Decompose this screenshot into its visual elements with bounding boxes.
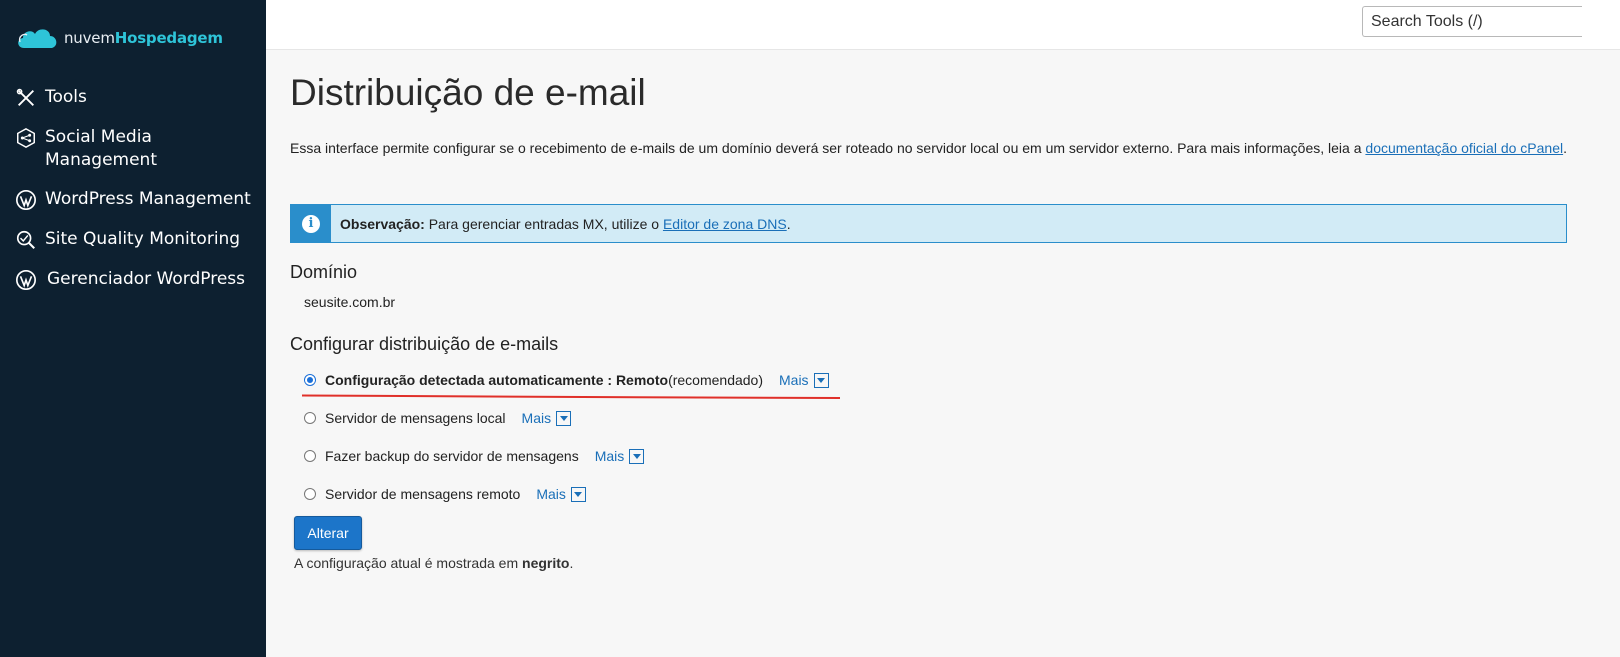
domain-heading: Domínio — [290, 262, 358, 282]
more-button[interactable]: Mais — [536, 486, 586, 502]
search-tools-input[interactable] — [1362, 6, 1582, 37]
info-alert: i Observação: Para gerenciar entradas MX… — [290, 204, 1567, 243]
option-auto-detected[interactable]: Configuração detectada automaticamente :… — [304, 372, 829, 388]
footer-note-text: A configuração atual é mostrada em — [294, 555, 523, 571]
radio-backup-server[interactable] — [304, 450, 316, 462]
sidebar-nav: Tools Social Media Management WordPress … — [0, 86, 266, 292]
footer-note: A configuração atual é mostrada em negri… — [294, 555, 573, 571]
sidebar-item-label: Gerenciador WordPress — [47, 269, 245, 289]
option-label: Servidor de mensagens local — [325, 410, 506, 426]
alterar-button[interactable]: Alterar — [294, 516, 362, 550]
wordpress-icon — [14, 188, 38, 212]
alert-icon-box: i — [291, 205, 331, 242]
more-button[interactable]: Mais — [522, 410, 572, 426]
alert-bold: Observação: — [340, 215, 425, 232]
option-backup-server[interactable]: Fazer backup do servidor de mensagens Ma… — [304, 448, 645, 464]
footer-note-end: . — [569, 555, 574, 571]
domain-value: seusite.com.br — [304, 294, 396, 310]
wordpress-icon — [14, 268, 38, 292]
option-label-bold: Configuração detectada automaticamente :… — [325, 372, 669, 388]
more-label: Mais — [594, 448, 625, 464]
alert-text: Para gerenciar entradas MX, utilize o — [424, 215, 663, 232]
footer-note-bold: negrito — [522, 555, 570, 571]
config-heading: Configurar distribuição de e-mails — [290, 334, 559, 354]
intro-text: Essa interface permite configurar se o r… — [290, 140, 1366, 156]
cpanel-docs-link[interactable]: documentação oficial do cPanel — [1365, 140, 1563, 156]
sidebar-item-label: Social Media Management — [45, 127, 157, 170]
more-button[interactable]: Mais — [779, 372, 829, 388]
tools-icon — [14, 86, 38, 110]
radio-local-server[interactable] — [304, 412, 316, 424]
red-underline-annotation — [302, 394, 840, 399]
brand-name-part1: nuvem — [64, 29, 115, 47]
sidebar-item-tools[interactable]: Tools — [0, 86, 266, 110]
option-label: Fazer backup do servidor de mensagens — [325, 448, 579, 464]
radio-auto-detected[interactable] — [304, 374, 316, 386]
alert-end: . — [786, 215, 791, 232]
option-local-server[interactable]: Servidor de mensagens local Mais — [304, 410, 572, 426]
more-label: Mais — [536, 486, 566, 502]
sidebar-item-label: Tools — [45, 87, 87, 107]
radio-remote-server[interactable] — [304, 488, 316, 500]
more-button[interactable]: Mais — [595, 448, 645, 464]
brand-logo[interactable]: nuvemHospedagem — [14, 20, 223, 56]
sidebar-item-social-media[interactable]: Social Media Management — [0, 126, 266, 172]
option-label: Servidor de mensagens remoto — [325, 486, 521, 502]
sidebar: nuvemHospedagem Tools Social Media Manag… — [0, 0, 266, 657]
info-icon: i — [302, 214, 320, 233]
topbar — [266, 0, 1620, 50]
more-label: Mais — [779, 372, 809, 388]
chevron-down-icon — [629, 448, 645, 464]
page-title: Distribuição de e-mail — [290, 72, 646, 113]
option-label-suffix: (recomendado) — [668, 372, 763, 388]
search-quality-icon — [14, 228, 38, 252]
chevron-down-icon — [556, 410, 572, 426]
dns-zone-editor-link[interactable]: Editor de zona DNS — [663, 216, 787, 232]
chevron-down-icon — [813, 372, 829, 388]
sidebar-item-label: WordPress Management — [45, 189, 251, 209]
sidebar-item-site-quality[interactable]: Site Quality Monitoring — [0, 228, 266, 252]
intro-end: . — [1563, 140, 1567, 156]
sidebar-item-wordpress-management[interactable]: WordPress Management — [0, 188, 266, 212]
intro-paragraph: Essa interface permite configurar se o r… — [290, 139, 1570, 157]
cloud-logo-icon — [18, 29, 57, 48]
brand-name-part2: Hospedagem — [114, 29, 223, 47]
sidebar-item-label: Site Quality Monitoring — [45, 229, 241, 249]
chevron-down-icon — [570, 486, 586, 502]
option-remote-server[interactable]: Servidor de mensagens remoto Mais — [304, 486, 586, 502]
social-media-icon — [14, 126, 38, 150]
sidebar-item-gerenciador-wordpress[interactable]: Gerenciador WordPress — [0, 268, 266, 292]
more-label: Mais — [521, 410, 552, 426]
